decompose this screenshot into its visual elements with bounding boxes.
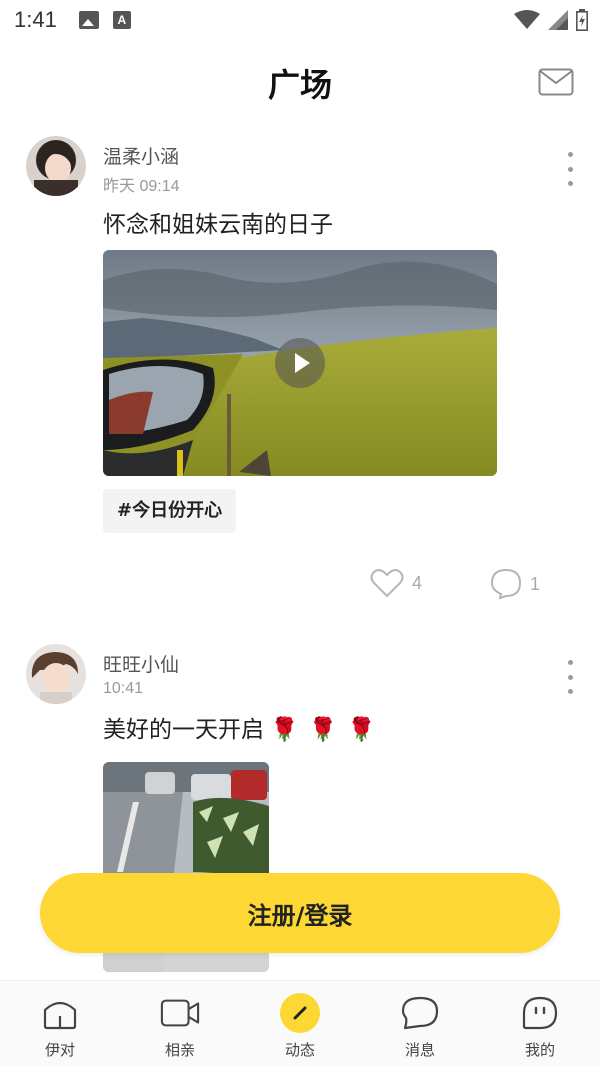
more-options-icon[interactable] <box>566 152 574 186</box>
status-bar: 1:41 A <box>0 0 600 40</box>
heart-icon <box>370 569 404 598</box>
bottom-tab-bar: 伊对 相亲 动态 消息 我的 <box>0 980 600 1066</box>
play-icon[interactable] <box>275 338 325 388</box>
like-count: 4 <box>412 572 423 593</box>
a-notification-icon: A <box>112 11 131 29</box>
video-camera-icon <box>160 999 200 1027</box>
tab-label: 消息 <box>404 1041 435 1059</box>
page-title: 广场 <box>267 66 332 104</box>
wifi-icon <box>514 10 540 29</box>
signal-icon <box>548 10 568 30</box>
comment-icon <box>490 568 522 600</box>
pen-icon <box>293 1006 307 1020</box>
tab-matchmaking[interactable]: 相亲 <box>120 981 240 1066</box>
post-text: 美好的一天开启 🌹🌹🌹 <box>103 710 386 744</box>
username[interactable]: 温柔小涵 <box>103 142 179 169</box>
like-button[interactable]: 4 <box>370 568 422 598</box>
tab-feed[interactable]: 动态 <box>240 981 360 1066</box>
mail-icon[interactable] <box>538 68 574 96</box>
post-video[interactable] <box>103 250 497 476</box>
topic-tag[interactable]: #今日份开心 <box>103 489 237 533</box>
feed-active-indicator <box>280 993 320 1033</box>
register-login-button[interactable]: 注册/登录 <box>40 873 560 953</box>
post-time: 昨天 09:14 <box>103 178 180 195</box>
status-time: 1:41 <box>14 7 57 32</box>
tab-profile[interactable]: 我的 <box>480 981 600 1066</box>
post-text-content: 美好的一天开启 <box>103 717 264 743</box>
tab-label: 动态 <box>284 1041 315 1059</box>
more-options-icon[interactable] <box>566 660 574 694</box>
comment-button[interactable]: 1 <box>490 568 540 600</box>
face-icon <box>522 996 558 1030</box>
tab-label: 相亲 <box>164 1041 195 1059</box>
home-icon <box>43 1001 77 1030</box>
username[interactable]: 旺旺小仙 <box>103 650 179 677</box>
tab-label: 伊对 <box>44 1041 75 1059</box>
gallery-notification-icon <box>78 11 99 29</box>
post-text: 怀念和姐妹云南的日子 <box>103 212 333 238</box>
post-actions: 4 1 <box>0 568 600 608</box>
battery-icon <box>576 9 588 31</box>
tab-home[interactable]: 伊对 <box>0 981 120 1066</box>
chat-bubble-icon <box>401 996 439 1030</box>
comment-count: 1 <box>530 573 541 594</box>
tab-messages[interactable]: 消息 <box>360 981 480 1066</box>
avatar[interactable] <box>26 136 86 196</box>
avatar[interactable] <box>26 644 86 704</box>
rose-emoji: 🌹🌹🌹 <box>270 717 386 743</box>
tab-label: 我的 <box>524 1041 555 1059</box>
post-time: 10:41 <box>103 680 144 697</box>
header: 广场 <box>0 44 600 120</box>
